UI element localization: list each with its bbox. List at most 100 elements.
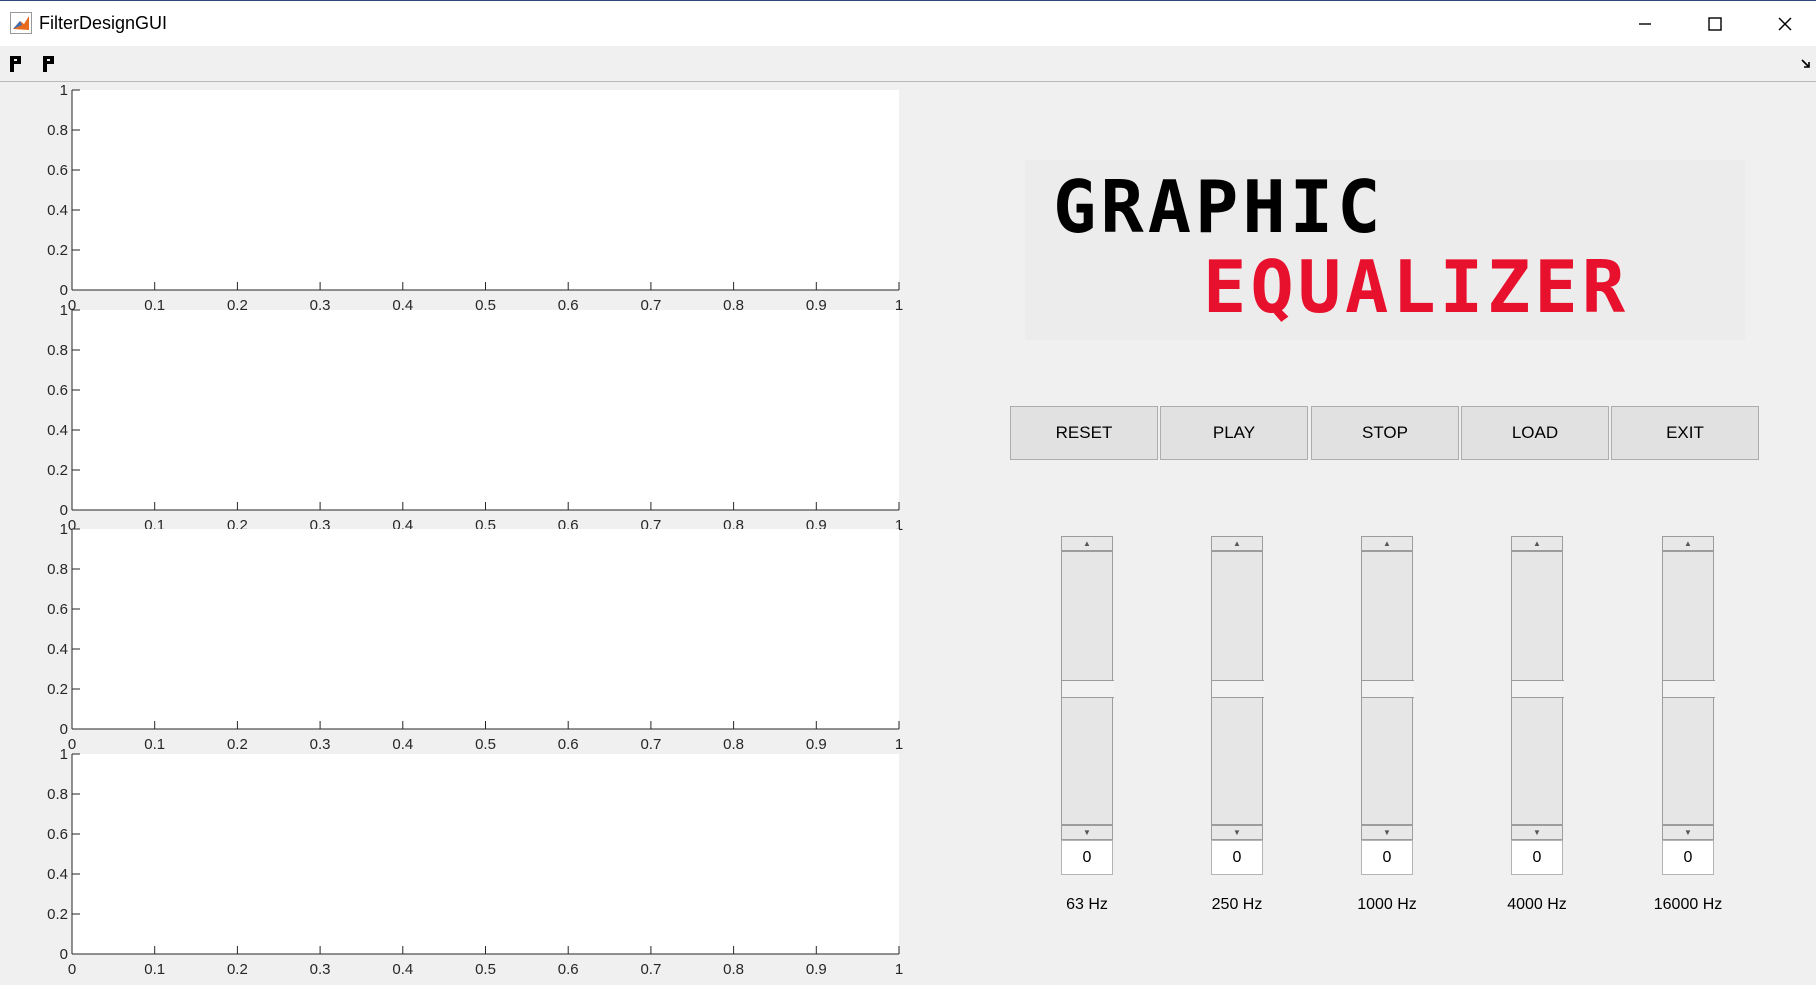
axes-3-xtick-label: 0.8 bbox=[723, 736, 744, 753]
axes-3-ytick-label: 0.4 bbox=[47, 641, 68, 658]
close-icon bbox=[1778, 17, 1792, 31]
axes-1-plot-box bbox=[72, 90, 899, 290]
expand-toolbar-icon[interactable] bbox=[1800, 58, 1812, 70]
axes-1-ytick-label: 0.8 bbox=[47, 122, 68, 139]
slider-down-arrow-icon[interactable]: ▼ bbox=[1511, 825, 1563, 840]
slider-thumb[interactable] bbox=[1362, 680, 1414, 698]
plot-area: 00.20.40.60.810 0.1 0.2 0.3 0.4 0.5 0.6 0.7 0.8 0… bbox=[47, 82, 903, 978]
slider-track[interactable] bbox=[1361, 551, 1414, 825]
pointer-tool-icon[interactable] bbox=[6, 53, 28, 75]
axes-1-ytick-label: 1 bbox=[60, 82, 68, 99]
axes-3-ytick-label: 1 bbox=[60, 521, 68, 538]
band-frequency-label: 63 Hz bbox=[1066, 896, 1108, 913]
slider-up-arrow-icon[interactable]: ▲ bbox=[1662, 536, 1714, 551]
axes-2-ytick-label: 0.2 bbox=[47, 462, 68, 479]
axes-2-ytick-label: 0.6 bbox=[47, 382, 68, 399]
axes-4-xtick-label: 1 bbox=[895, 961, 903, 978]
axes-4-plot-box bbox=[72, 754, 899, 954]
axes-1-ytick-label: 0.4 bbox=[47, 202, 68, 219]
axes-4-ytick-label: 0.2 bbox=[47, 906, 68, 923]
axes-4-xtick-label: 0.3 bbox=[310, 961, 331, 978]
band-slider[interactable]: ▲ ▼ bbox=[1361, 536, 1414, 840]
title-bar: FilterDesignGUI bbox=[0, 0, 1816, 46]
axes-4-xtick-label: 0.6 bbox=[558, 961, 579, 978]
slider-thumb[interactable] bbox=[1663, 680, 1715, 698]
axes-4-ytick-label: 0.8 bbox=[47, 786, 68, 803]
axes-3-ytick-label: 0.6 bbox=[47, 601, 68, 618]
slider-up-arrow-icon[interactable]: ▲ bbox=[1061, 536, 1113, 551]
band-value-field[interactable]: 0 bbox=[1361, 840, 1413, 875]
close-button[interactable] bbox=[1750, 1, 1816, 47]
axes-3-ytick-label: 0 bbox=[60, 721, 68, 738]
maximize-button[interactable] bbox=[1680, 1, 1750, 47]
slider-down-arrow-icon[interactable]: ▼ bbox=[1662, 825, 1714, 840]
slider-down-arrow-icon[interactable]: ▼ bbox=[1061, 825, 1113, 840]
band-slider[interactable]: ▲ ▼ bbox=[1061, 536, 1114, 840]
slider-up-arrow-icon[interactable]: ▲ bbox=[1361, 536, 1413, 551]
slider-track[interactable] bbox=[1511, 551, 1564, 825]
axes-3-xtick-label: 0.7 bbox=[640, 736, 661, 753]
slider-down-arrow-icon[interactable]: ▼ bbox=[1211, 825, 1263, 840]
band-value-field[interactable]: 0 bbox=[1511, 840, 1563, 875]
axes-1-ytick-label: 0 bbox=[60, 282, 68, 299]
axes-3-xtick-label: 0 bbox=[68, 736, 76, 753]
axes-4-ytick-label: 0 bbox=[60, 946, 68, 963]
slider-up-arrow-icon[interactable]: ▲ bbox=[1211, 536, 1263, 551]
slider-up-arrow-icon[interactable]: ▲ bbox=[1511, 536, 1563, 551]
axes-3-xtick-label: 0.5 bbox=[475, 736, 496, 753]
axes-3-xtick-label: 0.6 bbox=[558, 736, 579, 753]
axes-4-xtick-label: 0.5 bbox=[475, 961, 496, 978]
axes-4-xtick-label: 0.8 bbox=[723, 961, 744, 978]
axes-2-ytick-label: 0.4 bbox=[47, 422, 68, 439]
graphic-equalizer-logo: GRAPHIC EQUALIZER bbox=[1025, 160, 1745, 340]
axes-2-ytick-label: 0.8 bbox=[47, 342, 68, 359]
axes-3-xtick-label: 0.2 bbox=[227, 736, 248, 753]
slider-thumb[interactable] bbox=[1512, 680, 1564, 698]
band-frequency-label: 16000 Hz bbox=[1653, 896, 1723, 913]
band-slider[interactable]: ▲ ▼ bbox=[1662, 536, 1715, 840]
maximize-icon bbox=[1708, 17, 1722, 31]
axes-2-plot-box bbox=[72, 310, 899, 510]
axes-3-ytick-label: 0.2 bbox=[47, 681, 68, 698]
exit-button[interactable]: EXIT bbox=[1611, 406, 1759, 460]
axes-3-xtick-label: 0.3 bbox=[310, 736, 331, 753]
axes-4-xtick-label: 0.7 bbox=[640, 961, 661, 978]
slider-thumb[interactable] bbox=[1062, 680, 1114, 698]
svg-text:GRAPHIC: GRAPHIC bbox=[1053, 165, 1384, 249]
slider-down-arrow-icon[interactable]: ▼ bbox=[1361, 825, 1413, 840]
minimize-icon bbox=[1639, 23, 1651, 25]
axes-2-ytick-label: 1 bbox=[60, 302, 68, 319]
band-slider[interactable]: ▲ ▼ bbox=[1511, 536, 1564, 840]
axes-3-xtick-label: 1 bbox=[895, 736, 903, 753]
axes-3-plot-box bbox=[72, 529, 899, 729]
slider-thumb[interactable] bbox=[1212, 680, 1264, 698]
slider-track[interactable] bbox=[1662, 551, 1715, 825]
axes-4-ytick-label: 1 bbox=[60, 746, 68, 763]
band-value-field[interactable]: 0 bbox=[1211, 840, 1263, 875]
axes-4-ytick-label: 0.6 bbox=[47, 826, 68, 843]
axes-3-xtick-label: 0.9 bbox=[806, 736, 827, 753]
band-slider[interactable]: ▲ ▼ bbox=[1211, 536, 1264, 840]
slider-track[interactable] bbox=[1211, 551, 1264, 825]
minimize-button[interactable] bbox=[1610, 1, 1680, 47]
axes-4-xtick-label: 0.1 bbox=[144, 961, 165, 978]
load-button[interactable]: LOAD bbox=[1461, 406, 1609, 460]
axes-1-ytick-label: 0.2 bbox=[47, 242, 68, 259]
band-value-field[interactable]: 0 bbox=[1061, 840, 1113, 875]
pan-tool-icon[interactable] bbox=[39, 53, 61, 75]
axes-3-ytick-label: 0.8 bbox=[47, 561, 68, 578]
axes-4-ytick-label: 0.4 bbox=[47, 866, 68, 883]
play-button[interactable]: PLAY bbox=[1160, 406, 1308, 460]
stop-button[interactable]: STOP bbox=[1311, 406, 1459, 460]
axes-4-xtick-label: 0.9 bbox=[806, 961, 827, 978]
band-frequency-label: 4000 Hz bbox=[1507, 896, 1567, 913]
toolbar bbox=[0, 46, 1816, 82]
slider-track[interactable] bbox=[1061, 551, 1114, 825]
reset-button[interactable]: RESET bbox=[1010, 406, 1158, 460]
axes-1-ytick-label: 0.6 bbox=[47, 162, 68, 179]
matlab-icon bbox=[10, 12, 32, 34]
axes-4-xtick-label: 0 bbox=[68, 961, 76, 978]
axes-4-xtick-label: 0.4 bbox=[392, 961, 413, 978]
axes-2-ytick-label: 0 bbox=[60, 502, 68, 519]
band-value-field[interactable]: 0 bbox=[1662, 840, 1714, 875]
